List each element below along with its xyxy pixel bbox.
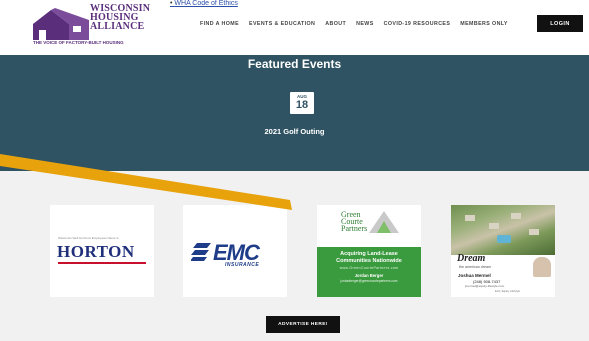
annotation-arrow-icon bbox=[0, 154, 292, 210]
page: WHA Code of Ethics WISCONSIN HOUSING ALL… bbox=[0, 0, 589, 341]
